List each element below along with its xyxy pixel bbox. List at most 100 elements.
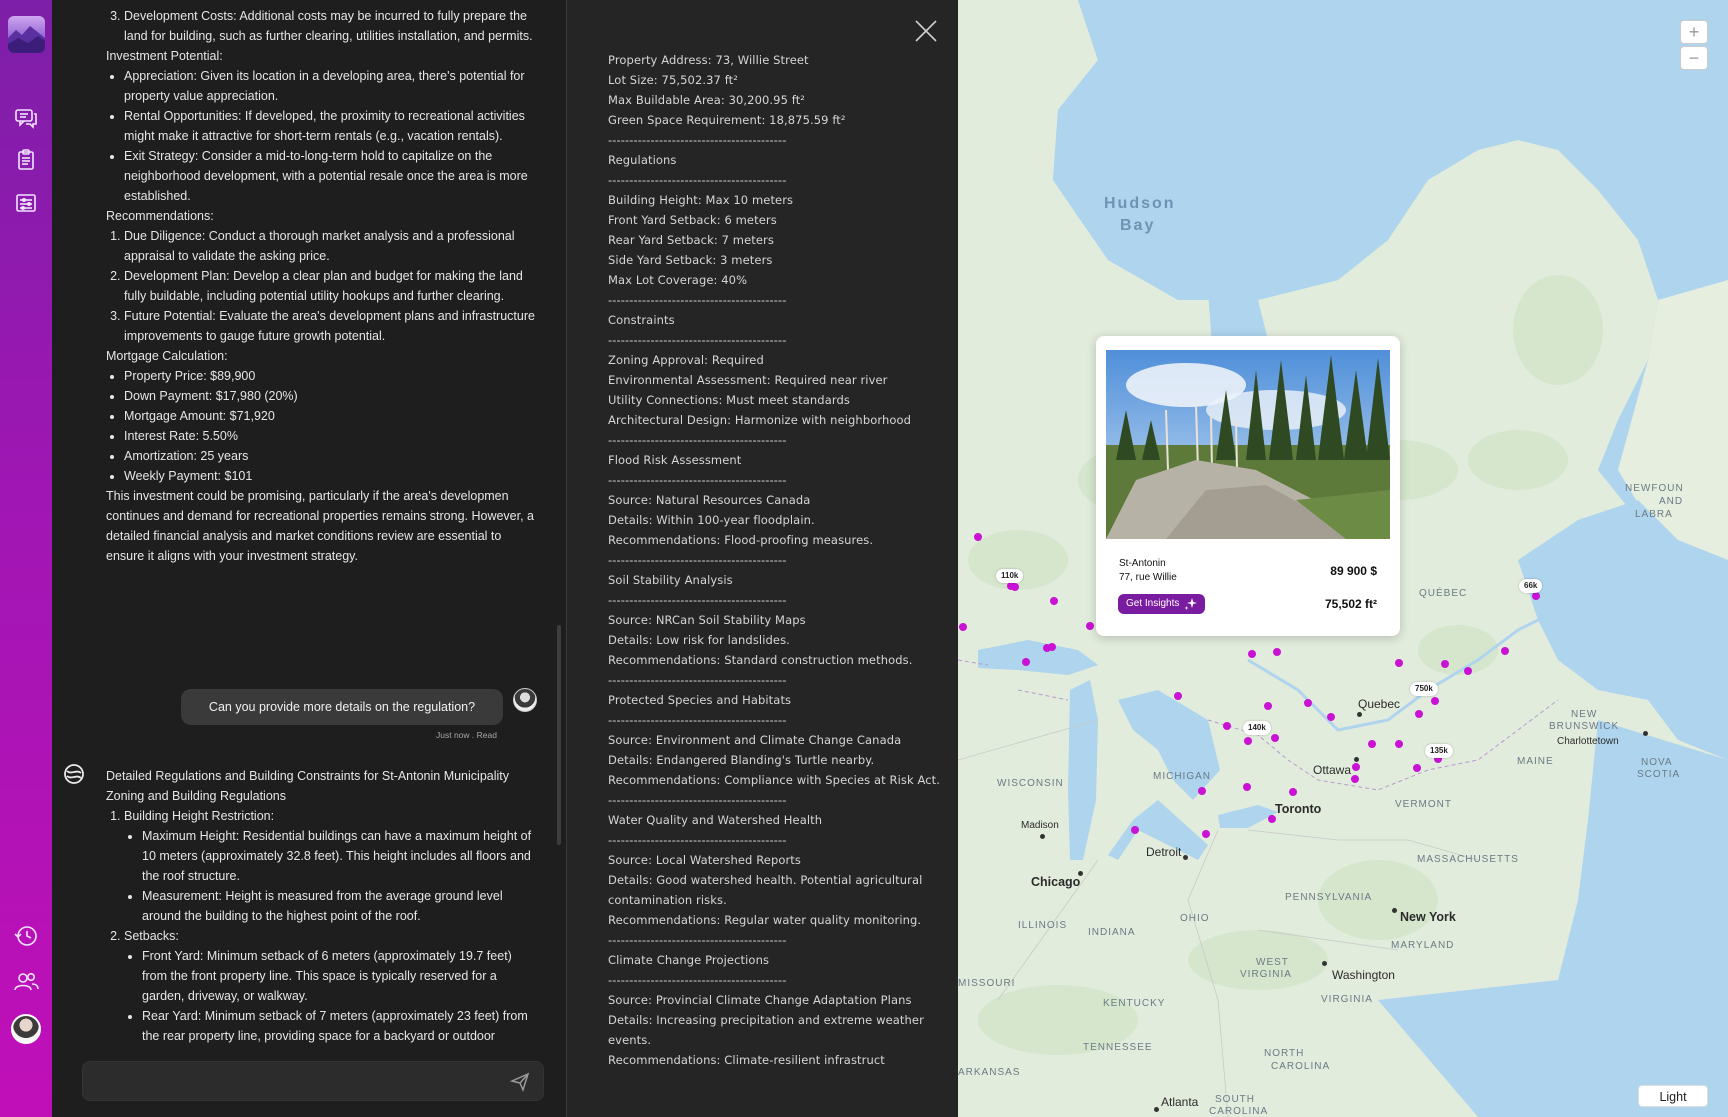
cluster-count-badge[interactable]: 140k [1243, 721, 1271, 735]
property-pin[interactable] [1532, 592, 1540, 600]
property-pin[interactable] [1223, 722, 1231, 730]
assistant-message-reply: Detailed Regulations and Building Constr… [106, 766, 538, 1045]
sidebar-rail [0, 0, 52, 1117]
map-region-label: SCOTIA [1637, 769, 1681, 780]
property-pin[interactable] [1431, 697, 1439, 705]
chat-scrollbar[interactable] [557, 625, 561, 845]
property-pin[interactable] [1007, 582, 1015, 590]
city-marker [1354, 757, 1359, 762]
property-pin[interactable] [1395, 740, 1403, 748]
cluster-count-badge[interactable]: 750k [1410, 682, 1438, 696]
map-city-label: Washington [1332, 968, 1395, 982]
property-pin[interactable] [1131, 826, 1139, 834]
cluster-count-badge[interactable]: 110k [996, 569, 1024, 583]
cluster-count-badge[interactable]: 135k [1425, 744, 1453, 758]
property-pin[interactable] [1501, 647, 1509, 655]
list-item: Weekly Payment: $101 [124, 466, 538, 486]
list-item: Mortgage Amount: $71,920 [124, 406, 538, 426]
detail-line: Side Yard Setback: 3 meters [608, 253, 773, 267]
divider-line: ----------------------------------------… [608, 833, 787, 847]
user-message-bubble: Can you provide more details on the regu… [181, 689, 503, 725]
property-pin[interactable] [1273, 648, 1281, 656]
section-heading: Protected Species and Habitats [608, 693, 792, 707]
app-logo[interactable] [8, 16, 45, 53]
detail-line: Details: Low risk for landslides. [608, 633, 790, 647]
property-pin[interactable] [1248, 650, 1256, 658]
list-item: Property Price: $89,900 [124, 366, 538, 386]
property-pin[interactable] [974, 533, 982, 541]
map-region-label: NEWFOUN [1625, 483, 1684, 494]
property-pin[interactable] [1464, 667, 1472, 675]
property-pin[interactable] [1441, 660, 1449, 668]
close-icon[interactable] [913, 18, 939, 44]
city-marker [1183, 855, 1188, 860]
map-region-label: VERMONT [1395, 799, 1452, 810]
map-region-label: SOUTH [1215, 1094, 1255, 1105]
detail-line: Source: Environment and Climate Change C… [608, 733, 902, 747]
property-pin[interactable] [1368, 740, 1376, 748]
send-icon[interactable] [509, 1071, 531, 1093]
property-card[interactable]: St-Antonin 77, rue Willie 89 900 $ 75,50… [1096, 336, 1400, 636]
property-pin[interactable] [1413, 764, 1421, 772]
get-insights-button[interactable]: Get Insights [1118, 594, 1206, 614]
clipboard-icon[interactable] [12, 146, 40, 174]
property-pin[interactable] [1271, 734, 1279, 742]
property-town: St-Antonin [1119, 558, 1166, 569]
map-region-label: PENNSYLVANIA [1285, 892, 1373, 903]
property-pin[interactable] [1395, 659, 1403, 667]
map-region-label: NORTH [1264, 1048, 1305, 1059]
detail-line: Rear Yard Setback: 7 meters [608, 233, 774, 247]
cluster-count-badge[interactable]: 66k [1519, 579, 1543, 593]
property-pin[interactable] [1174, 692, 1182, 700]
city-marker [1078, 871, 1083, 876]
users-icon[interactable] [12, 968, 40, 996]
property-pin[interactable] [959, 623, 967, 631]
property-pin[interactable] [1289, 788, 1297, 796]
chat-message-input[interactable] [97, 1070, 477, 1094]
map-city-label: Atlanta [1161, 1095, 1199, 1109]
property-pin[interactable] [1198, 787, 1206, 795]
property-pin[interactable] [1351, 775, 1359, 783]
chat-icon[interactable] [12, 104, 40, 132]
city-marker [1154, 1107, 1159, 1112]
map-region-label: INDIANA [1088, 927, 1136, 938]
chat-input-box[interactable] [82, 1061, 544, 1101]
property-pin[interactable] [1243, 783, 1251, 791]
zoom-out-button[interactable]: − [1680, 46, 1708, 70]
map-region-label: NEW [1571, 709, 1598, 720]
user-message-avatar [513, 688, 537, 712]
property-pin[interactable] [1050, 597, 1058, 605]
zoom-in-button[interactable]: + [1680, 20, 1708, 44]
map-region-label: NOVA [1641, 757, 1673, 768]
divider-line: ----------------------------------------… [608, 473, 787, 487]
detail-line: Front Yard Setback: 6 meters [608, 213, 777, 227]
property-pin[interactable] [1022, 658, 1030, 666]
property-pin[interactable] [1415, 710, 1423, 718]
property-pin[interactable] [1304, 699, 1312, 707]
section-heading: Investment Potential: [106, 49, 223, 63]
property-pin[interactable] [1244, 737, 1252, 745]
history-icon[interactable] [12, 922, 40, 950]
detail-line: Recommendations: Climate-resilient infra… [608, 1053, 885, 1067]
property-pin[interactable] [1264, 702, 1272, 710]
list-item: Due Diligence: Conduct a thorough market… [124, 226, 538, 266]
list-item: Rental Opportunities: If developed, the … [124, 106, 538, 146]
chat-thread[interactable]: Development Costs: Additional costs may … [52, 0, 567, 1045]
list-item: Development Costs: Additional costs may … [124, 6, 538, 46]
property-pin[interactable] [1352, 763, 1360, 771]
divider-line: ----------------------------------------… [608, 973, 787, 987]
property-pin[interactable] [1202, 830, 1210, 838]
detail-line: Details: Good watershed health. Potentia… [608, 873, 923, 907]
detail-line: Architectural Design: Harmonize with nei… [608, 413, 912, 427]
divider-line: ----------------------------------------… [608, 333, 787, 347]
list-item: Rear Yard: Minimum setback of 7 meters (… [142, 1006, 538, 1045]
property-pin[interactable] [1086, 622, 1094, 630]
detail-line: Details: Within 100-year floodplain. [608, 513, 815, 527]
property-pin[interactable] [1327, 713, 1335, 721]
assistant-logo-icon [62, 762, 86, 786]
property-pin[interactable] [1048, 643, 1056, 651]
user-avatar[interactable] [11, 1014, 41, 1044]
property-pin[interactable] [1268, 815, 1276, 823]
theme-toggle-button[interactable]: Light [1638, 1085, 1708, 1107]
list-settings-icon[interactable] [12, 189, 40, 217]
